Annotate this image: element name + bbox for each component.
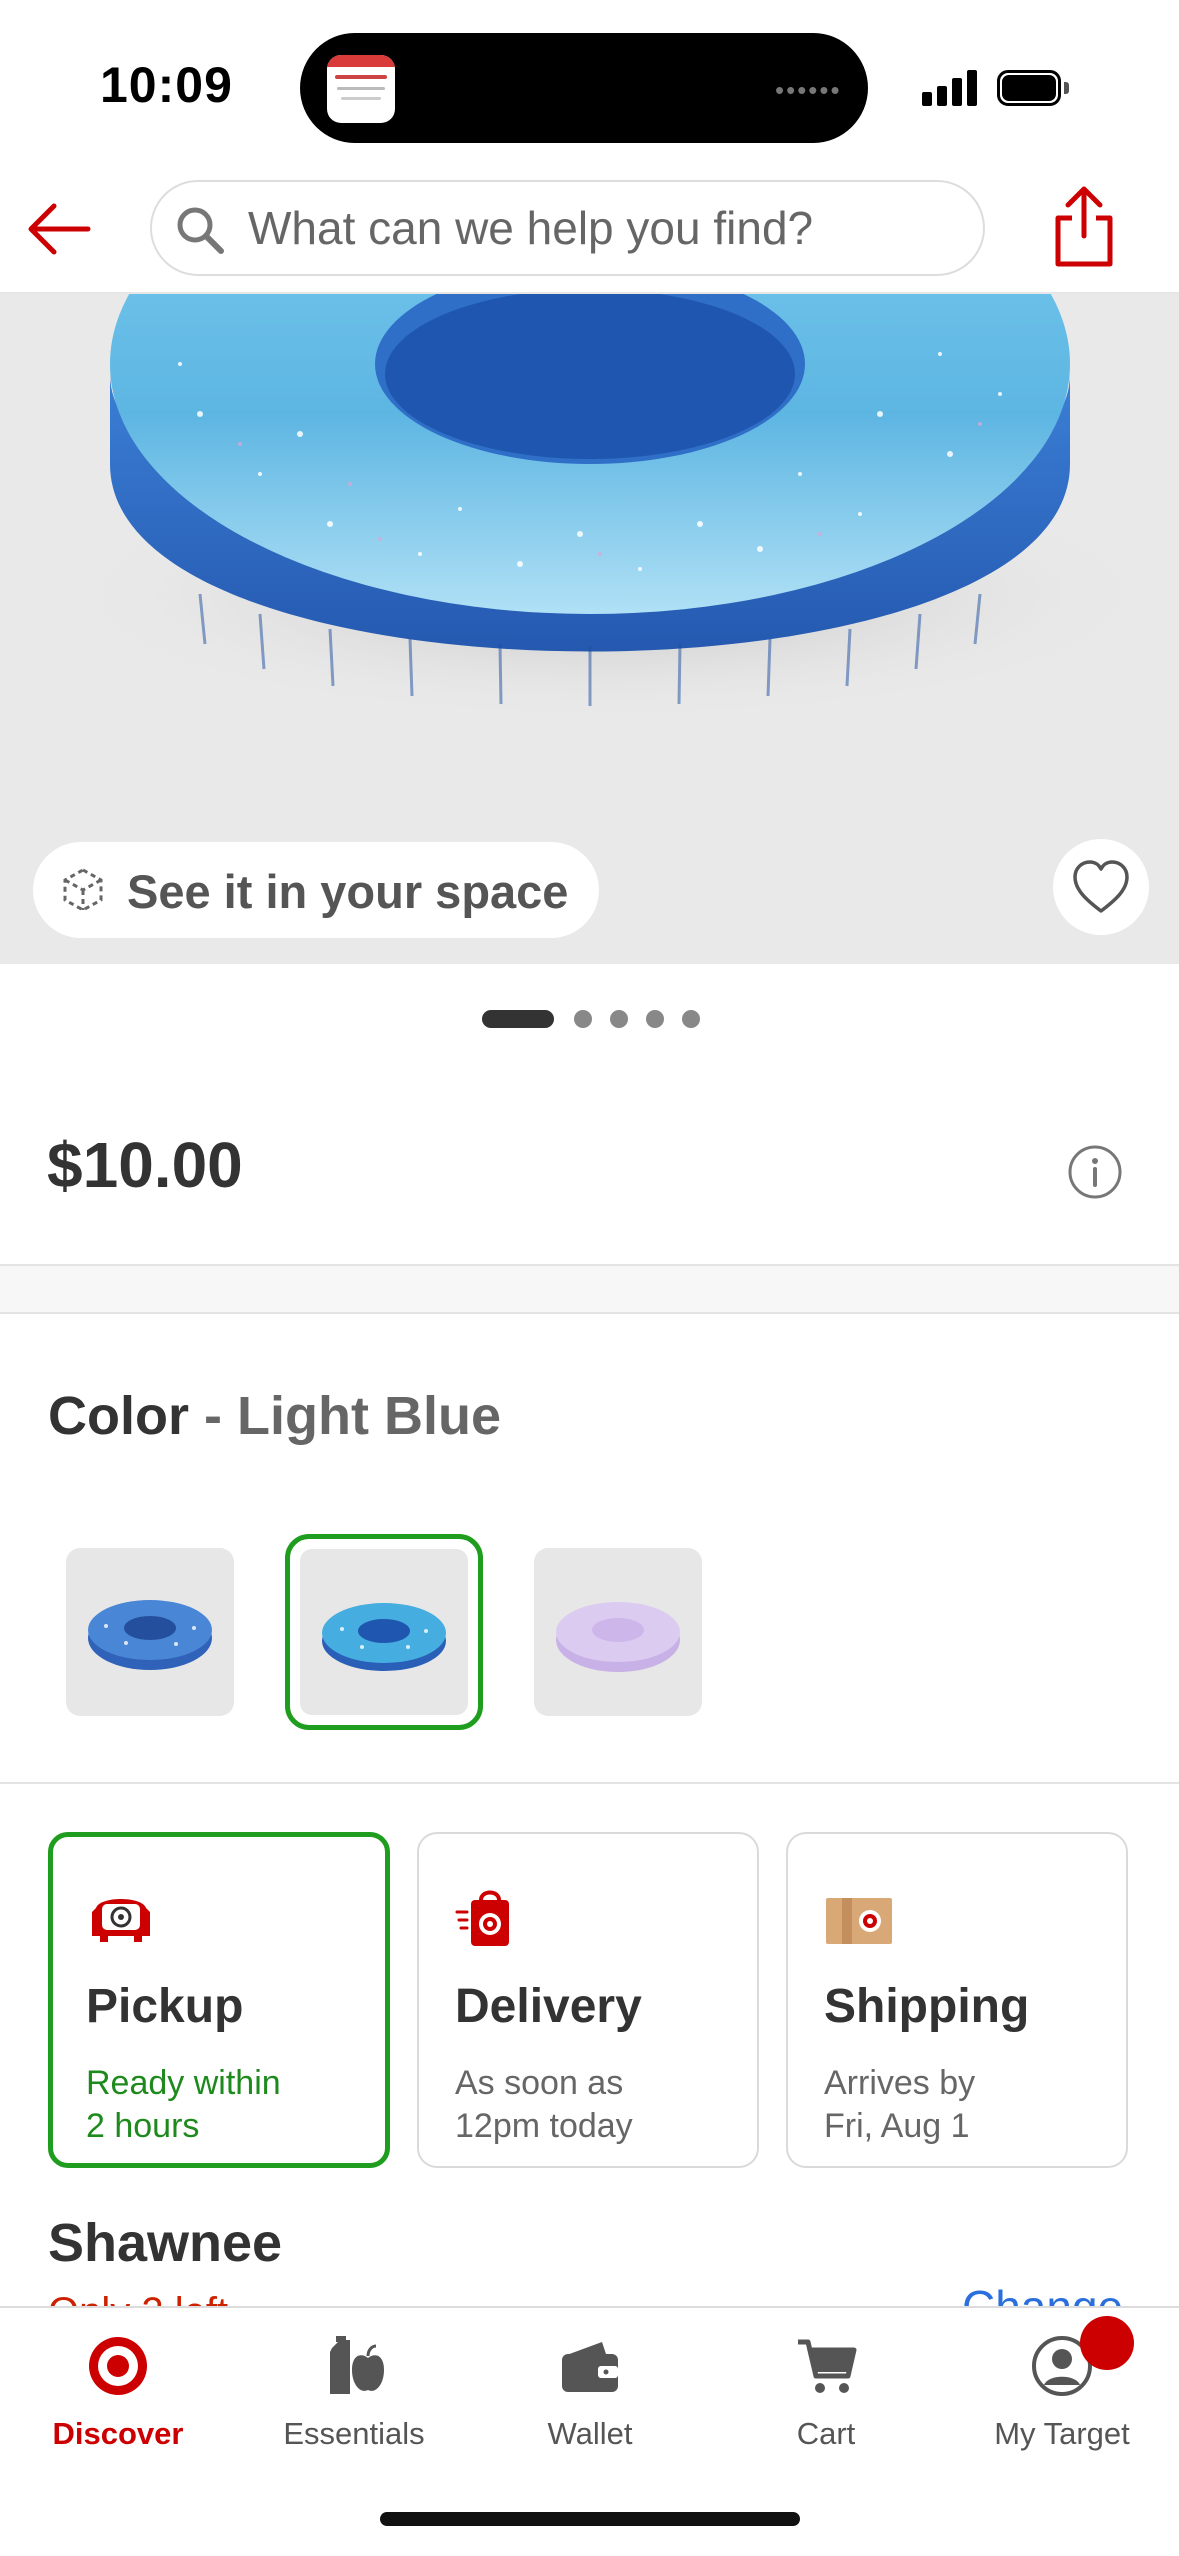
notification-badge	[1080, 2316, 1134, 2370]
pager-dot[interactable]	[682, 1010, 700, 1028]
color-separator: -	[204, 1386, 222, 1446]
delivery-line1: As soon as	[455, 2064, 624, 2102]
cellular-signal-icon	[922, 66, 980, 106]
product-price: $10.00	[47, 1129, 243, 1201]
tab-label: Essentials	[283, 2416, 425, 2451]
selected-color-value: Light Blue	[237, 1386, 501, 1446]
search-bar[interactable]	[150, 180, 985, 276]
ar-label: See it in your space	[127, 865, 569, 918]
share-icon	[1055, 186, 1113, 267]
essentials-icon	[330, 2336, 384, 2394]
swatch-image	[322, 1603, 446, 1671]
pickup-title: Pickup	[86, 1980, 244, 2033]
store-name: Shawnee	[48, 2213, 283, 2273]
pager-dot-active[interactable]	[482, 1010, 554, 1028]
share-button[interactable]	[1048, 184, 1120, 270]
search-icon	[177, 207, 224, 254]
pickup-line2: 2 hours	[86, 2107, 200, 2145]
cart-icon	[798, 2339, 857, 2393]
color-label: Color	[48, 1386, 189, 1446]
tab-label: Wallet	[547, 2416, 633, 2451]
pickup-subtitle: Ready within 2 hours	[86, 2062, 376, 2148]
tab-label: Discover	[52, 2416, 184, 2451]
live-activity-app-icon	[327, 55, 395, 123]
carousel-pager[interactable]	[0, 1000, 1179, 1040]
section-divider	[0, 1782, 1179, 1784]
color-swatch-light-blue-selected[interactable]	[285, 1534, 483, 1730]
pager-dot[interactable]	[646, 1010, 664, 1028]
search-input[interactable]	[248, 182, 958, 274]
back-button[interactable]	[24, 194, 94, 264]
info-icon[interactable]	[1067, 1144, 1123, 1200]
shipping-option-card[interactable]: Shipping Arrives by Fri, Aug 1	[786, 1832, 1128, 2168]
shipping-subtitle: Arrives by Fri, Aug 1	[824, 2062, 1114, 2148]
tab-my-target[interactable]: My Target	[944, 2308, 1179, 2468]
home-indicator	[380, 2512, 800, 2526]
tab-discover[interactable]: Discover	[0, 2308, 236, 2468]
pickup-option-card[interactable]: Pickup Ready within 2 hours	[48, 1832, 390, 2168]
target-logo-icon	[89, 2337, 147, 2395]
wallet-icon	[562, 2342, 618, 2392]
swatch-image	[556, 1602, 680, 1672]
color-swatch-lavender[interactable]	[534, 1548, 702, 1716]
tab-wallet[interactable]: Wallet	[472, 2308, 708, 2468]
island-dots: ••••••	[775, 75, 842, 105]
tab-cart[interactable]: Cart	[708, 2308, 944, 2468]
status-time: 10:09	[100, 57, 233, 113]
top-bar	[0, 170, 1179, 294]
status-bar: 10:09 ••••••	[0, 0, 1179, 170]
section-separator	[0, 1264, 1179, 1314]
color-heading: Color - Light Blue	[48, 1385, 501, 1447]
pager-dot[interactable]	[574, 1010, 592, 1028]
product-image-carousel[interactable]: See it in your space	[0, 294, 1179, 964]
swatch-image	[88, 1600, 212, 1670]
pickup-car-icon	[92, 1899, 150, 1942]
heart-icon	[1073, 860, 1129, 913]
dynamic-island: ••••••	[300, 33, 868, 143]
shipping-title: Shipping	[824, 1980, 1030, 2033]
tab-label: My Target	[994, 2416, 1130, 2451]
delivery-line2: 12pm today	[455, 2107, 633, 2145]
see-it-in-your-space-button[interactable]: See it in your space	[33, 842, 599, 938]
battery-icon	[997, 70, 1069, 106]
pickup-line1: Ready within	[86, 2064, 281, 2102]
delivery-title: Delivery	[455, 1980, 642, 2033]
pager-dot[interactable]	[610, 1010, 628, 1028]
ar-cube-icon	[63, 868, 103, 912]
back-arrow-icon	[28, 203, 91, 255]
tab-label: Cart	[796, 2416, 856, 2451]
shipping-line2: Fri, Aug 1	[824, 2107, 970, 2145]
delivery-bag-icon	[455, 1890, 509, 1946]
favorite-button[interactable]	[1053, 839, 1149, 935]
shipping-box-icon	[826, 1898, 892, 1944]
tab-essentials[interactable]: Essentials	[236, 2308, 472, 2468]
color-swatch-blue-glitter[interactable]	[66, 1548, 234, 1716]
delivery-subtitle: As soon as 12pm today	[455, 2062, 745, 2148]
delivery-option-card[interactable]: Delivery As soon as 12pm today	[417, 1832, 759, 2168]
shipping-line1: Arrives by	[824, 2064, 976, 2102]
